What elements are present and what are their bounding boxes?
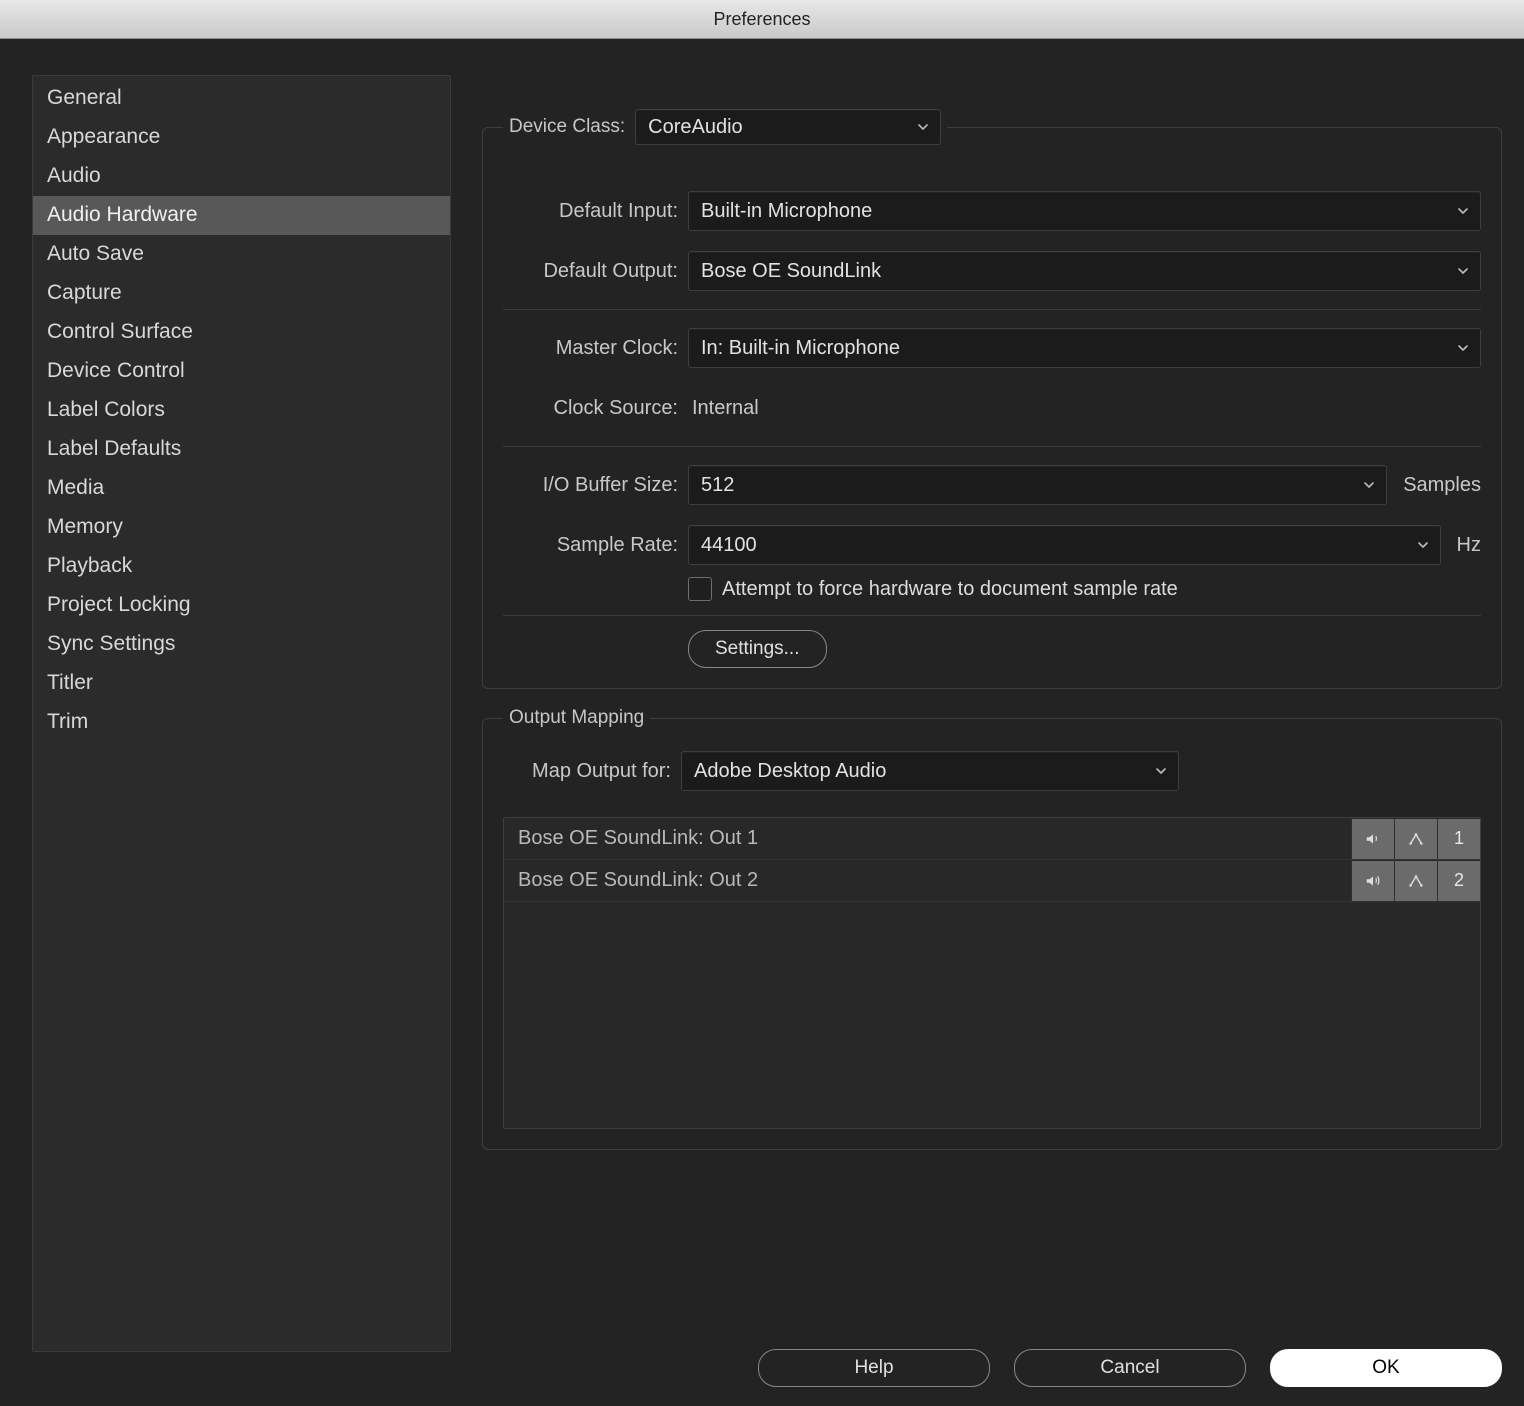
window-body: General Appearance Audio Audio Hardware … bbox=[0, 39, 1524, 1406]
footer-buttons: Help Cancel OK bbox=[482, 1349, 1502, 1387]
device-group-legend: Device Class: CoreAudio bbox=[503, 109, 947, 145]
sidebar-item-audio[interactable]: Audio bbox=[33, 157, 450, 196]
chevron-down-icon bbox=[1362, 478, 1376, 492]
io-buffer-size-suffix: Samples bbox=[1397, 474, 1481, 497]
titlebar: Preferences bbox=[0, 0, 1524, 39]
help-button-label: Help bbox=[854, 1357, 893, 1379]
divider bbox=[503, 446, 1481, 447]
output-mapping-row[interactable]: Bose OE SoundLink: Out 2 2 bbox=[504, 860, 1480, 902]
device-class-label: Device Class: bbox=[509, 116, 625, 138]
sidebar-item-general[interactable]: General bbox=[33, 76, 450, 118]
master-clock-label: Master Clock: bbox=[503, 337, 678, 360]
output-mapping-row[interactable]: Bose OE SoundLink: Out 1 1 bbox=[504, 818, 1480, 860]
io-buffer-size-dropdown[interactable]: 512 bbox=[688, 465, 1387, 505]
output-mapping-panel: Bose OE SoundLink: Out 1 1 Bose OE Sound… bbox=[503, 817, 1481, 1129]
sidebar-item-label-colors[interactable]: Label Colors bbox=[33, 391, 450, 430]
preferences-sidebar: General Appearance Audio Audio Hardware … bbox=[32, 75, 451, 1352]
default-output-dropdown[interactable]: Bose OE SoundLink bbox=[688, 251, 1481, 291]
help-button[interactable]: Help bbox=[758, 1349, 990, 1387]
cancel-button-label: Cancel bbox=[1100, 1357, 1159, 1379]
settings-button-label: Settings... bbox=[715, 638, 800, 660]
sidebar-item-sync-settings[interactable]: Sync Settings bbox=[33, 625, 450, 664]
force-sample-rate-checkbox[interactable] bbox=[688, 577, 712, 601]
sidebar-item-titler[interactable]: Titler bbox=[33, 664, 450, 703]
master-clock-value: In: Built-in Microphone bbox=[701, 337, 900, 360]
sample-rate-value: 44100 bbox=[701, 534, 757, 557]
device-class-value: CoreAudio bbox=[648, 116, 743, 139]
settings-button[interactable]: Settings... bbox=[688, 630, 827, 668]
sidebar-item-control-surface[interactable]: Control Surface bbox=[33, 313, 450, 352]
force-sample-rate-label: Attempt to force hardware to document sa… bbox=[722, 578, 1178, 601]
sidebar-item-auto-save[interactable]: Auto Save bbox=[33, 235, 450, 274]
io-buffer-size-label: I/O Buffer Size: bbox=[503, 474, 678, 497]
sidebar-item-media[interactable]: Media bbox=[33, 469, 450, 508]
speaker-left-icon[interactable] bbox=[1351, 819, 1394, 859]
sidebar-item-appearance[interactable]: Appearance bbox=[33, 118, 450, 157]
sidebar-item-device-control[interactable]: Device Control bbox=[33, 352, 450, 391]
preferences-content: Device Class: CoreAudio Default Input: B… bbox=[482, 109, 1502, 1307]
sidebar-item-playback[interactable]: Playback bbox=[33, 547, 450, 586]
divider bbox=[503, 309, 1481, 310]
sample-rate-dropdown[interactable]: 44100 bbox=[688, 525, 1441, 565]
map-output-for-label: Map Output for: bbox=[503, 760, 671, 783]
ok-button-label: OK bbox=[1372, 1357, 1399, 1379]
output-mapping-row-name: Bose OE SoundLink: Out 1 bbox=[518, 827, 1351, 850]
chevron-down-icon bbox=[916, 120, 930, 134]
sidebar-item-trim[interactable]: Trim bbox=[33, 703, 450, 742]
map-output-for-value: Adobe Desktop Audio bbox=[694, 760, 886, 783]
io-buffer-size-value: 512 bbox=[701, 474, 734, 497]
clock-source-label: Clock Source: bbox=[503, 397, 678, 420]
sidebar-item-label-defaults[interactable]: Label Defaults bbox=[33, 430, 450, 469]
chevron-down-icon bbox=[1456, 341, 1470, 355]
sidebar-item-capture[interactable]: Capture bbox=[33, 274, 450, 313]
chevron-down-icon bbox=[1456, 204, 1470, 218]
cancel-button[interactable]: Cancel bbox=[1014, 1349, 1246, 1387]
chevron-down-icon bbox=[1416, 538, 1430, 552]
ok-button[interactable]: OK bbox=[1270, 1349, 1502, 1387]
chevron-down-icon bbox=[1456, 264, 1470, 278]
routing-icon[interactable] bbox=[1394, 861, 1437, 901]
output-mapping-group: Output Mapping Map Output for: Adobe Des… bbox=[482, 707, 1502, 1150]
sidebar-item-audio-hardware[interactable]: Audio Hardware bbox=[33, 196, 450, 235]
chevron-down-icon bbox=[1154, 764, 1168, 778]
device-group: Device Class: CoreAudio Default Input: B… bbox=[482, 109, 1502, 689]
output-channel-number[interactable]: 1 bbox=[1437, 819, 1480, 859]
master-clock-dropdown[interactable]: In: Built-in Microphone bbox=[688, 328, 1481, 368]
sidebar-item-project-locking[interactable]: Project Locking bbox=[33, 586, 450, 625]
default-input-value: Built-in Microphone bbox=[701, 200, 872, 223]
divider bbox=[503, 615, 1481, 616]
default-output-label: Default Output: bbox=[503, 260, 678, 283]
speaker-right-icon[interactable] bbox=[1351, 861, 1394, 901]
routing-icon[interactable] bbox=[1394, 819, 1437, 859]
default-input-label: Default Input: bbox=[503, 200, 678, 223]
device-class-dropdown[interactable]: CoreAudio bbox=[635, 109, 941, 145]
default-input-dropdown[interactable]: Built-in Microphone bbox=[688, 191, 1481, 231]
sidebar-item-memory[interactable]: Memory bbox=[33, 508, 450, 547]
clock-source-value: Internal bbox=[688, 397, 759, 420]
output-channel-number[interactable]: 2 bbox=[1437, 861, 1480, 901]
window-title: Preferences bbox=[713, 9, 810, 30]
output-mapping-legend: Output Mapping bbox=[503, 707, 650, 729]
default-output-value: Bose OE SoundLink bbox=[701, 260, 881, 283]
map-output-for-dropdown[interactable]: Adobe Desktop Audio bbox=[681, 751, 1179, 791]
output-mapping-row-name: Bose OE SoundLink: Out 2 bbox=[518, 869, 1351, 892]
sample-rate-suffix: Hz bbox=[1451, 534, 1481, 557]
sample-rate-label: Sample Rate: bbox=[503, 534, 678, 557]
